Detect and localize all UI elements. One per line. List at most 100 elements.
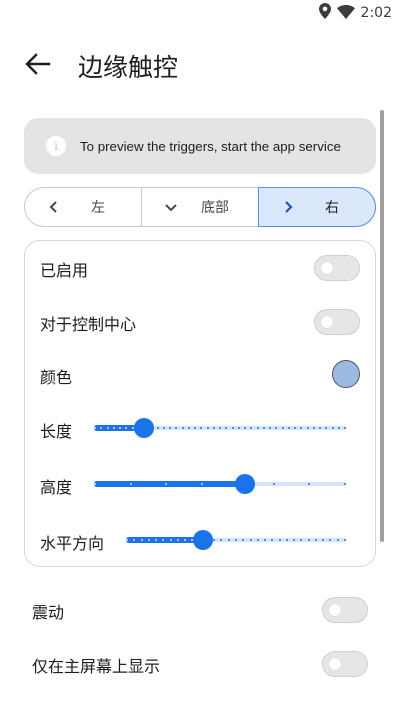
slider-tick (125, 427, 127, 429)
slider-tick (219, 427, 221, 429)
slider-tick (169, 427, 171, 429)
slider-tick (300, 427, 302, 429)
slider-tick (100, 427, 102, 429)
slider-tick (165, 483, 167, 485)
slider-tick (264, 539, 266, 541)
slider-tick (257, 427, 259, 429)
slider-tick (279, 539, 281, 541)
chevron-down-icon (162, 198, 180, 216)
slider-tick (307, 427, 309, 429)
vibration-switch[interactable] (322, 597, 368, 623)
slider-tick (238, 427, 240, 429)
slider-tick (235, 539, 237, 541)
slider-tick (177, 539, 179, 541)
slider-tick (225, 427, 227, 429)
slider-tick (148, 539, 150, 541)
slider-tick (207, 427, 209, 429)
slider-tick (271, 539, 273, 541)
slider-tick (182, 427, 184, 429)
slider-tick (325, 427, 327, 429)
chevron-right-icon (279, 198, 297, 216)
slider-tick (157, 427, 159, 429)
slider-tick (275, 427, 277, 429)
slider-tick (228, 539, 230, 541)
slider-tick (344, 483, 346, 485)
slider-tick (322, 539, 324, 541)
slider-tick (220, 539, 222, 541)
slider-tick (175, 427, 177, 429)
slider-ticks (94, 427, 346, 429)
slider-tick (194, 427, 196, 429)
slider-tick (232, 427, 234, 429)
slider-tick (300, 539, 302, 541)
home-only-switch[interactable] (322, 651, 368, 677)
status-bar: 2:02 (0, 0, 400, 24)
slider-tick (286, 539, 288, 541)
horizontal-slider[interactable] (126, 530, 346, 550)
slider-thumb[interactable] (134, 418, 154, 438)
slider-tick (213, 539, 215, 541)
height-label: 高度 (40, 478, 73, 497)
edge-selector: 左 底部 右 (24, 187, 376, 227)
slider-tick (107, 427, 109, 429)
tab-left[interactable]: 左 (25, 188, 141, 226)
slider-tick (319, 427, 321, 429)
slider-tick (308, 483, 310, 485)
slider-tick (130, 483, 132, 485)
tab-bottom[interactable]: 底部 (141, 188, 258, 226)
edge-settings-card (24, 240, 376, 567)
horizontal-label: 水平方向 (40, 534, 105, 553)
slider-tick (344, 539, 346, 541)
control-center-switch[interactable] (314, 309, 360, 335)
slider-tick (344, 427, 346, 429)
slider-tick (257, 539, 259, 541)
slider-tick (313, 427, 315, 429)
scrollbar[interactable] (380, 110, 384, 542)
slider-tick (94, 483, 96, 485)
status-icons: 2:02 (318, 3, 392, 23)
slider-tick (141, 539, 143, 541)
switch-thumb (321, 316, 333, 328)
slider-tick (133, 539, 135, 541)
color-label: 颜色 (40, 368, 73, 387)
enabled-label: 已启用 (40, 261, 89, 280)
back-button[interactable] (22, 52, 54, 80)
slider-thumb[interactable] (193, 530, 213, 550)
slider-tick (282, 427, 284, 429)
info-icon: i (46, 136, 66, 156)
chevron-left-icon (45, 198, 63, 216)
edge-touch-screen: 2:02 边缘触控 i To preview the triggers, sta… (0, 0, 400, 710)
slider-tick (170, 539, 172, 541)
slider-tick (184, 539, 186, 541)
tab-right[interactable]: 右 (258, 187, 376, 227)
color-picker-swatch[interactable] (332, 360, 360, 388)
height-slider[interactable] (94, 474, 346, 494)
service-info-banner: i To preview the triggers, start the app… (24, 118, 376, 174)
slider-tick (113, 427, 115, 429)
tab-left-label: 左 (91, 200, 105, 216)
slider-tick (188, 427, 190, 429)
slider-tick (200, 427, 202, 429)
status-time: 2:02 (360, 5, 392, 21)
arrow-left-icon (25, 53, 51, 79)
slider-tick (250, 427, 252, 429)
slider-tick (263, 427, 265, 429)
switch-thumb (321, 262, 333, 274)
slider-thumb[interactable] (235, 474, 255, 494)
slider-ticks (126, 539, 346, 541)
slider-tick (242, 539, 244, 541)
slider-tick (329, 539, 331, 541)
enabled-switch[interactable] (314, 255, 360, 281)
control-center-label: 对于控制中心 (40, 315, 137, 334)
tab-right-label: 右 (325, 200, 339, 216)
slider-tick (162, 539, 164, 541)
length-slider[interactable] (94, 418, 346, 438)
slider-tick (94, 427, 96, 429)
switch-thumb (329, 604, 341, 616)
slider-tick (273, 483, 275, 485)
slider-tick (332, 427, 334, 429)
wifi-icon (336, 4, 355, 23)
slider-tick (201, 483, 203, 485)
switch-thumb (329, 658, 341, 670)
slider-tick (269, 427, 271, 429)
